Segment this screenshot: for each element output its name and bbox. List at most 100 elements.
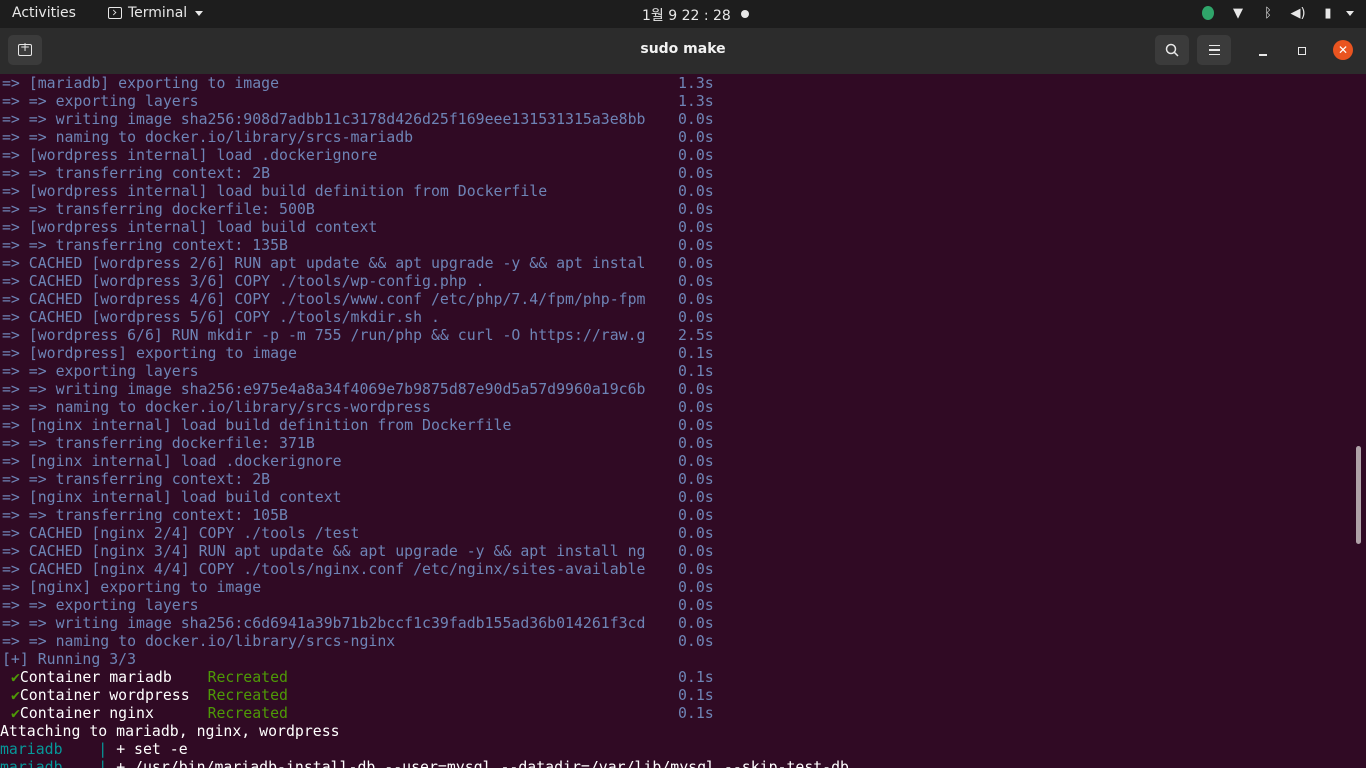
build-line: => [wordpress 6/6] RUN mkdir -p -m 755 /… [2,326,714,344]
build-line-time: 0.0s [678,398,714,416]
container-status: Recreated [207,668,288,686]
build-line-text: => => naming to docker.io/library/srcs-w… [2,398,431,416]
app-menu-button[interactable]: Terminal [108,5,204,21]
top-bar: Activities Terminal 1월 9 22 : 28 ▼ ᛒ ◀) … [0,0,1366,28]
container-name: Container nginx [19,704,190,722]
build-line: => => transferring dockerfile: 371B 0.0s [2,434,714,452]
build-line-time: 0.0s [678,632,714,650]
build-line-text: => CACHED [wordpress 3/6] COPY ./tools/w… [2,272,485,290]
build-line: => [wordpress internal] load build conte… [2,218,714,236]
system-tray[interactable]: ▼ ᛒ ◀) ▮ [1200,4,1336,22]
build-line-text: => => exporting layers [2,596,199,614]
build-line: => => writing image sha256:908d7adbb11c3… [2,110,714,128]
maximize-button[interactable] [1293,42,1311,60]
build-line-time: 0.0s [678,452,714,470]
activities-button[interactable]: Activities [12,5,76,21]
build-line-text: => [nginx internal] load build context [2,488,342,506]
container-status: Recreated [207,704,288,722]
build-line-time: 0.0s [678,146,714,164]
build-line-time: 0.0s [678,524,714,542]
close-button[interactable]: ✕ [1333,40,1353,60]
build-line: => => writing image sha256:c6d6941a39b71… [2,614,714,632]
build-line-text: => [wordpress internal] load build conte… [2,218,378,236]
build-line: => => naming to docker.io/library/srcs-w… [2,398,714,416]
scrollbar[interactable] [1356,446,1361,544]
build-line-text: => [wordpress internal] load .dockerigno… [2,146,378,164]
build-line-time: 0.0s [678,182,714,200]
app-name: Terminal [128,5,188,21]
build-line-time: 0.0s [678,614,714,632]
container-time: 0.1s [678,668,714,686]
build-line-text: => [nginx internal] load build definitio… [2,416,512,434]
hamburger-menu-button[interactable] [1197,35,1231,65]
container-status-line: ✔Container mariadb Recreated 0.1s [2,668,714,686]
build-line-text: => => naming to docker.io/library/srcs-n… [2,632,396,650]
build-line: => [nginx internal] load .dockerignore 0.… [2,452,714,470]
container-time: 0.1s [678,686,714,704]
volume-icon: ◀) [1290,5,1306,21]
build-line-text: => => writing image sha256:e975e4a8a34f4… [2,380,646,398]
build-line-time: 0.1s [678,344,714,362]
build-line-time: 0.0s [678,290,714,308]
build-line: => CACHED [wordpress 4/6] COPY ./tools/w… [2,290,714,308]
build-line: => CACHED [nginx 4/4] COPY ./tools/nginx… [2,560,714,578]
build-line-time: 0.0s [678,560,714,578]
build-line-time: 0.0s [678,128,714,146]
build-line: => => writing image sha256:e975e4a8a34f4… [2,380,714,398]
build-line-text: => CACHED [wordpress 4/6] COPY ./tools/w… [2,290,646,308]
container-status: Recreated [207,686,288,704]
container-name: Container wordpress [19,686,190,704]
build-line-time: 0.0s [678,110,714,128]
bluetooth-icon: ᛒ [1264,5,1272,21]
extension-icon[interactable] [1200,4,1216,22]
build-line: => => transferring context: 105B 0.0s [2,506,714,524]
close-icon: ✕ [1337,43,1349,57]
build-line: => CACHED [wordpress 3/6] COPY ./tools/w… [2,272,714,290]
minimize-button[interactable] [1254,42,1272,60]
build-line-time: 0.0s [678,308,714,326]
check-icon: ✔ [10,704,20,722]
check-icon: ✔ [10,686,20,704]
build-line-text: => [wordpress 6/6] RUN mkdir -p -m 755 /… [2,326,646,344]
build-line: => => transferring context: 2B 0.0s [2,164,714,182]
build-line: => => transferring context: 135B 0.0s [2,236,714,254]
terminal-icon [108,7,122,19]
build-line-time: 1.3s [678,74,714,92]
search-icon [1165,43,1179,57]
attaching-line: Attaching to mariadb, nginx, wordpress [0,722,340,740]
log-prefix: mariadb | [0,740,117,758]
build-line-time: 0.0s [678,380,714,398]
system-menu-chevron-icon[interactable] [1346,11,1354,16]
build-line: => => naming to docker.io/library/srcs-m… [2,128,714,146]
battery-icon: ▮ [1324,5,1332,21]
build-line-time: 0.0s [678,416,714,434]
build-line-text: => CACHED [nginx 4/4] COPY ./tools/nginx… [2,560,646,578]
build-line: => => exporting layers 0.0s [2,596,714,614]
check-icon: ✔ [10,668,20,686]
build-line: => [nginx internal] load build context 0.… [2,488,714,506]
build-line-text: => [mariadb] exporting to image [2,74,280,92]
build-line: => CACHED [wordpress 5/6] COPY ./tools/m… [2,308,714,326]
log-prefix: mariadb | [0,758,117,768]
build-line-time: 0.0s [678,578,714,596]
build-line: => CACHED [wordpress 2/6] RUN apt update… [2,254,714,272]
build-line-text: => => transferring dockerfile: 371B [2,434,315,452]
build-line: => => exporting layers 0.1s [2,362,714,380]
build-line: => CACHED [nginx 2/4] COPY ./tools /test… [2,524,714,542]
search-button[interactable] [1155,35,1189,65]
build-line-text: => => writing image sha256:908d7adbb11c3… [2,110,646,128]
clock[interactable]: 1월 9 22 : 28 [642,5,731,25]
build-line-text: => [nginx] exporting to image [2,578,262,596]
build-line-time: 2.5s [678,326,714,344]
wifi-icon: ▼ [1233,5,1243,21]
build-line: => [wordpress] exporting to image 0.1s [2,344,714,362]
build-line-time: 0.0s [678,434,714,452]
build-line-text: => => naming to docker.io/library/srcs-m… [2,128,414,146]
build-line: => => transferring dockerfile: 500B 0.0s [2,200,714,218]
build-line-text: => => exporting layers [2,362,199,380]
build-line-time: 0.0s [678,488,714,506]
build-line-text: => => transferring dockerfile: 500B [2,200,315,218]
container-name: Container mariadb [19,668,190,686]
terminal-output[interactable]: => [mariadb] exporting to image 1.3s => =>… [0,74,1356,768]
build-line-time: 0.0s [678,506,714,524]
